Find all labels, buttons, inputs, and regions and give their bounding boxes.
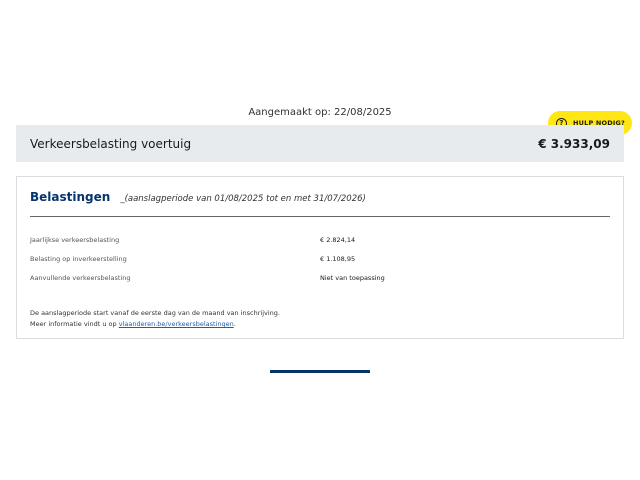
- created-date: Aangemaakt op: 22/08/2025: [248, 107, 392, 118]
- taxes-heading: Belastingen: [30, 190, 111, 204]
- taxes-card: Belastingen _(aanslagperiode van 01/08/2…: [16, 176, 624, 339]
- tax-row-annual: Jaarlijkse verkeersbelasting € 2.824,14: [30, 236, 610, 248]
- tax-note-line1: De aanslagperiode start vanaf de eerste …: [30, 309, 280, 317]
- vehicle-tax-title: Verkeersbelasting voertuig: [30, 136, 192, 151]
- tax-info-note: De aanslagperiode start vanaf de eerste …: [30, 308, 280, 330]
- tax-row-registration: Belasting op inverkeerstelling € 1.108,9…: [30, 255, 610, 267]
- loading-indicator-bar: [270, 370, 370, 373]
- page: Aangemaakt op: 22/08/2025 ? HULP NODIG? …: [0, 0, 640, 480]
- tax-row-additional: Aanvullende verkeersbelasting Niet van t…: [30, 274, 610, 286]
- tax-row-value: Niet van toepassing: [320, 274, 385, 282]
- tax-info-link[interactable]: vlaanderen.be/verkeersbelastingen: [119, 320, 234, 328]
- tax-row-value: € 1.108,95: [320, 255, 356, 263]
- tax-row-label: Aanvullende verkeersbelasting: [30, 274, 131, 282]
- tax-period: _(aanslagperiode van 01/08/2025 tot en m…: [120, 194, 366, 204]
- tax-note-prefix: Meer informatie vindt u op: [30, 320, 119, 328]
- tax-row-label: Jaarlijkse verkeersbelasting: [30, 236, 120, 244]
- vehicle-tax-total: € 3.933,09: [538, 136, 610, 151]
- taxes-card-header: Belastingen _(aanslagperiode van 01/08/2…: [30, 190, 366, 204]
- divider: [30, 216, 610, 217]
- tax-note-suffix: .: [233, 320, 236, 328]
- vehicle-tax-header: Verkeersbelasting voertuig € 3.933,09: [16, 125, 624, 162]
- tax-row-label: Belasting op inverkeerstelling: [30, 255, 127, 263]
- tax-note-line2: Meer informatie vindt u op vlaanderen.be…: [30, 319, 280, 330]
- tax-row-value: € 2.824,14: [320, 236, 356, 244]
